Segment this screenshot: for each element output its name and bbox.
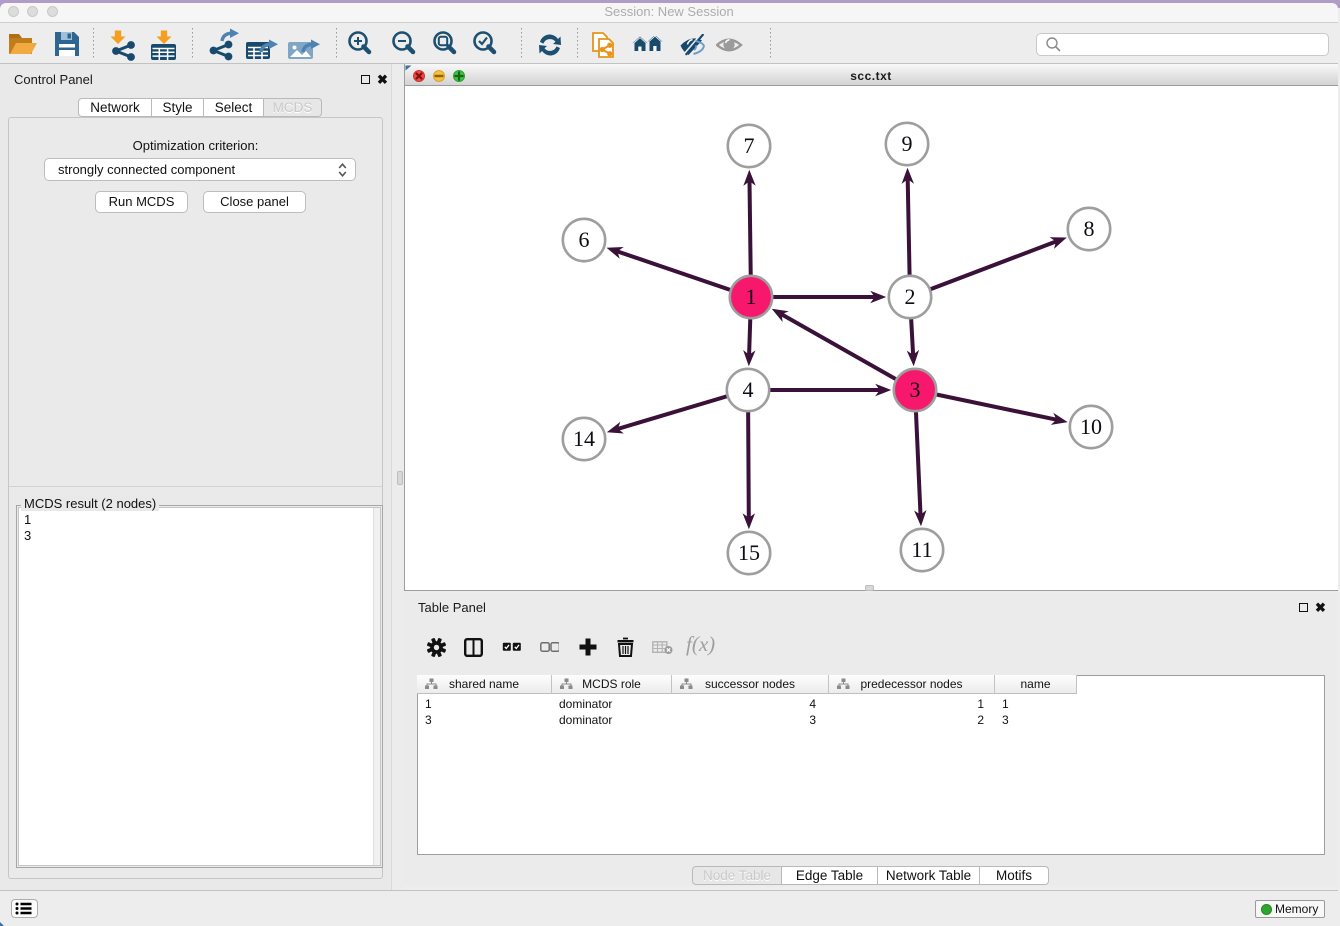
svg-text:14: 14 [573,426,595,451]
svg-text:10: 10 [1080,414,1102,439]
svg-text:1: 1 [746,284,757,309]
svg-text:3: 3 [910,377,921,402]
svg-text:2: 2 [905,284,916,309]
svg-text:4: 4 [743,377,754,402]
svg-text:15: 15 [738,540,760,565]
svg-text:7: 7 [744,133,755,158]
svg-text:8: 8 [1084,216,1095,241]
svg-text:9: 9 [902,131,913,156]
svg-text:11: 11 [911,537,932,562]
svg-text:6: 6 [579,227,590,252]
